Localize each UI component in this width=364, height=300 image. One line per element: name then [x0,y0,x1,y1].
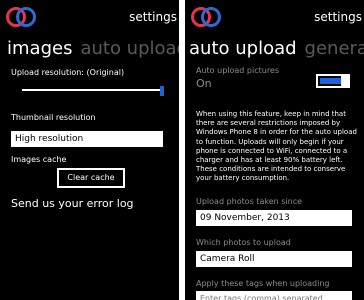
pivot-header: imagesauto uploadg [7,38,179,59]
upload-since-date-picker[interactable]: 09 November, 2013 [196,210,352,226]
upload-since-label: Upload photos taken since [196,197,303,206]
pivot-tab-images[interactable]: images [7,38,72,59]
app-header: settings [185,0,364,34]
send-error-log-link[interactable]: Send us your error log [11,197,134,210]
left-phone-screen: settings imagesauto uploadg Upload resol… [0,0,179,300]
clear-cache-button[interactable]: Clear cache [57,168,125,188]
toggle-knob[interactable] [341,75,348,87]
right-phone-screen: settings auto uploadgenerali Auto upload… [185,0,364,300]
app-title: settings [314,10,362,24]
upload-resolution-label: Upload resolution: (Original) [11,68,125,77]
slider-thumb[interactable] [160,86,164,96]
pivot-tab-general[interactable]: general [305,38,364,59]
thumbnail-resolution-picker[interactable]: High resolution [11,131,163,147]
double-ring-logo-icon [191,7,221,27]
app-title: settings [129,10,177,24]
toggle-fill [320,78,341,84]
slider-track [22,89,164,91]
tags-label: Apply these tags when uploading [196,279,330,288]
auto-upload-description: When using this feature, keep in mind th… [196,110,357,183]
double-ring-logo-icon [6,7,36,27]
app-header: settings [0,0,179,34]
auto-upload-label: Auto upload pictures [196,66,280,75]
pivot-tab-auto-upload[interactable]: auto upload [189,38,297,59]
tags-input[interactable] [196,291,352,300]
thumbnail-resolution-label: Thumbnail resolution [11,113,96,122]
images-cache-label: Images cache [11,155,67,164]
auto-upload-toggle[interactable] [316,74,350,88]
pivot-tab-auto-upload[interactable]: auto upload [80,38,179,59]
upload-resolution-slider[interactable] [22,86,164,96]
pivot-header: auto uploadgenerali [189,38,364,59]
which-photos-picker[interactable]: Camera Roll [196,251,352,267]
auto-upload-state: On [196,77,212,90]
which-photos-label: Which photos to upload [196,238,291,247]
